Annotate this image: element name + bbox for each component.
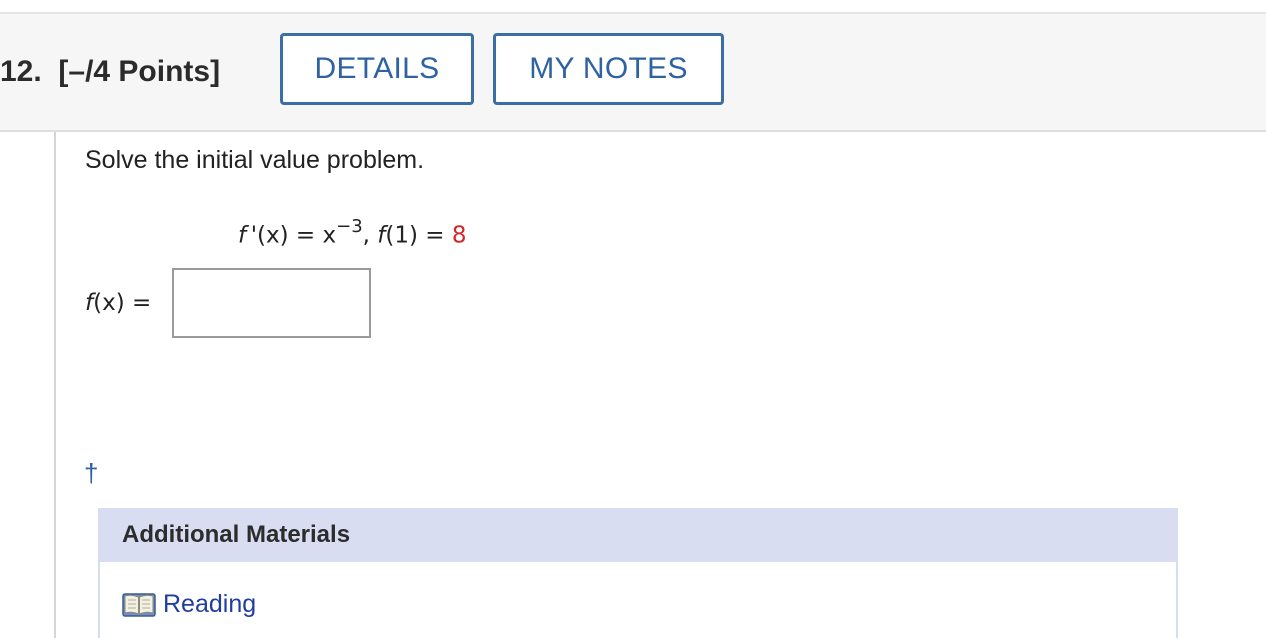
answer-equals: = <box>124 290 159 316</box>
reading-label: Reading <box>163 590 257 618</box>
additional-materials-title: Additional Materials <box>100 508 1176 562</box>
derivative-arg: (x) <box>257 222 289 249</box>
problem-equation: f '(x) = x−3, f(1) = 8 <box>238 207 467 258</box>
power-base: x <box>322 222 337 249</box>
answer-input[interactable] <box>172 268 371 338</box>
power-exponent: −3 <box>336 216 363 237</box>
details-button[interactable]: DETAILS <box>280 33 474 105</box>
derivative-name: f ' <box>238 222 258 249</box>
answer-function-name: f <box>85 290 94 316</box>
question-number: 12. <box>0 55 42 88</box>
question-label: 12. [–/4 Points] <box>0 54 220 90</box>
comma-separator: , <box>362 222 378 249</box>
equals-sign: = <box>288 222 323 249</box>
answer-function-arg: (x) <box>93 290 125 316</box>
footnote-dagger-link[interactable]: † <box>84 458 98 488</box>
equals-sign-2: = <box>417 222 452 249</box>
additional-materials-panel: Additional Materials Reading <box>98 508 1178 638</box>
initial-condition-value: 8 <box>451 222 467 249</box>
answer-row: f(x) = <box>85 268 371 338</box>
reading-link[interactable]: Reading <box>122 590 256 619</box>
book-icon <box>122 592 156 617</box>
question-body-rule <box>54 132 56 638</box>
my-notes-button[interactable]: MY NOTES <box>493 33 724 105</box>
problem-prompt: Solve the initial value problem. <box>85 146 425 174</box>
answer-label: f(x) = <box>85 290 159 316</box>
question-page: 12. [–/4 Points] DETAILS MY NOTES Solve … <box>0 0 1266 638</box>
initial-condition-arg: (1) <box>385 222 418 249</box>
question-points: [–/4 Points] <box>58 55 221 88</box>
